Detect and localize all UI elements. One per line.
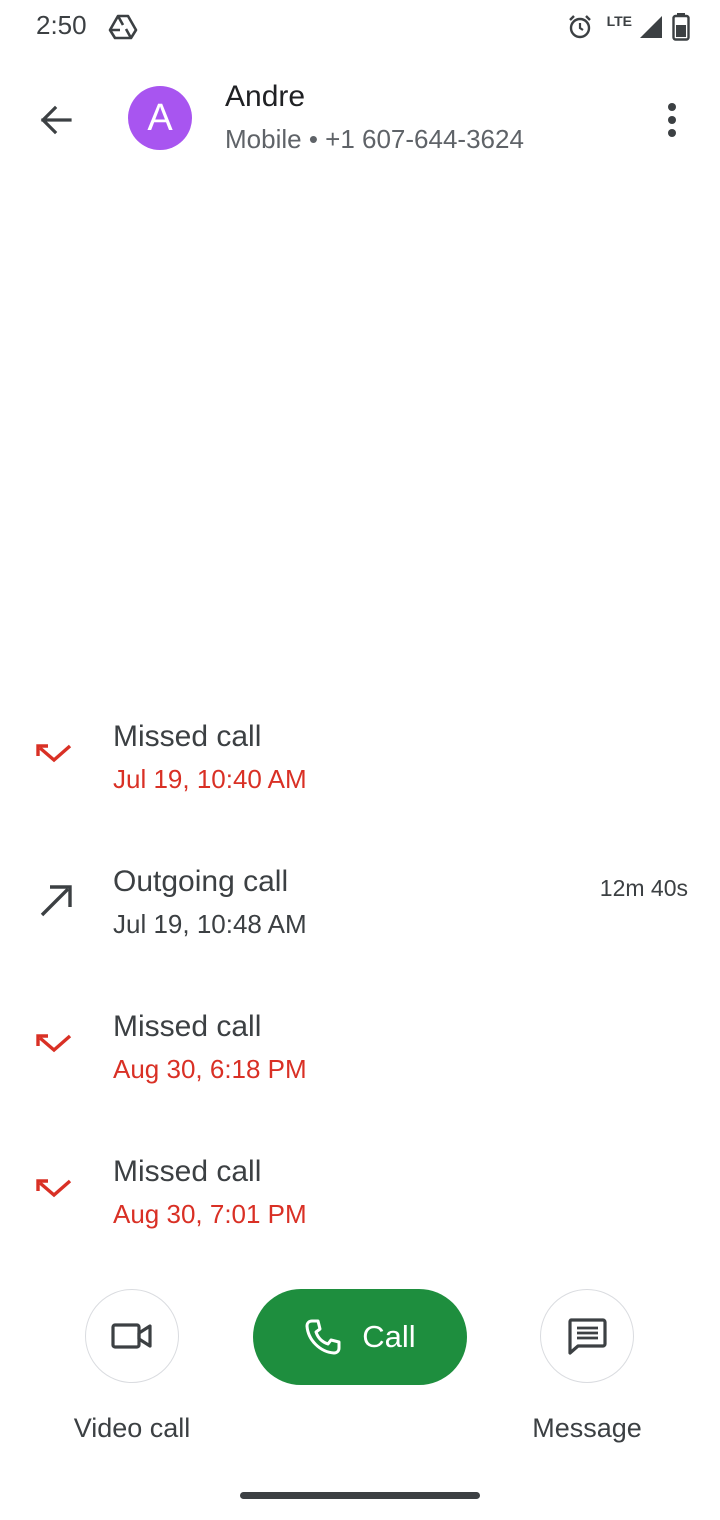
call-button[interactable]: Call — [253, 1289, 467, 1385]
contact-name: Andre — [225, 80, 306, 113]
status-icons: LTE — [567, 10, 690, 44]
videocam-icon — [111, 1323, 152, 1349]
call-history-list: Missed call Jul 19, 10:40 AM Outgoing ca… — [0, 684, 720, 1264]
call-timestamp: Aug 30, 6:18 PM — [113, 1054, 307, 1084]
missed-call-icon — [34, 1169, 78, 1213]
call-history-item: Missed call Aug 30, 6:18 PM — [0, 974, 720, 1119]
message-icon — [568, 1318, 607, 1355]
avatar[interactable]: A — [128, 86, 192, 150]
message-button[interactable] — [540, 1289, 634, 1383]
call-type-label: Missed call — [113, 1010, 262, 1043]
back-button[interactable] — [28, 92, 84, 148]
contact-header: A Andre Mobile • +1 607-644-3624 — [0, 72, 720, 168]
phone-icon — [305, 1319, 341, 1355]
call-duration: 12m 40s — [599, 875, 688, 901]
battery-icon — [672, 13, 690, 41]
network-type-label: LTE — [606, 13, 632, 29]
call-type-label: Outgoing call — [113, 865, 289, 898]
call-button-label: Call — [362, 1319, 416, 1354]
call-timestamp: Jul 19, 10:48 AM — [113, 909, 307, 939]
outgoing-call-icon — [34, 879, 78, 923]
status-bar: 2:50 LTE — [0, 0, 720, 56]
action-bar: Video call Call Message — [0, 1289, 720, 1459]
more-options-button[interactable] — [648, 92, 696, 148]
missed-call-icon — [34, 734, 78, 778]
gesture-nav-handle[interactable] — [240, 1492, 480, 1499]
call-history-item: Missed call Aug 30, 7:01 PM — [0, 1119, 720, 1264]
contact-number: Mobile • +1 607-644-3624 — [225, 124, 524, 154]
missed-call-icon — [34, 1024, 78, 1068]
signal-icon — [638, 14, 664, 40]
call-type-label: Missed call — [113, 720, 262, 753]
call-type-label: Missed call — [113, 1155, 262, 1188]
message-label: Message — [532, 1413, 642, 1443]
video-call-button[interactable] — [85, 1289, 179, 1383]
call-history-item: Missed call Jul 19, 10:40 AM — [0, 684, 720, 829]
status-time: 2:50 — [36, 10, 87, 40]
more-vert-icon — [668, 103, 676, 137]
call-timestamp: Jul 19, 10:40 AM — [113, 764, 307, 794]
drive-icon — [108, 12, 138, 42]
call-history-item: Outgoing call Jul 19, 10:48 AM 12m 40s — [0, 829, 720, 974]
video-call-label: Video call — [73, 1413, 191, 1443]
alarm-icon — [567, 14, 593, 40]
call-timestamp: Aug 30, 7:01 PM — [113, 1199, 307, 1229]
arrow-back-icon — [40, 105, 72, 135]
